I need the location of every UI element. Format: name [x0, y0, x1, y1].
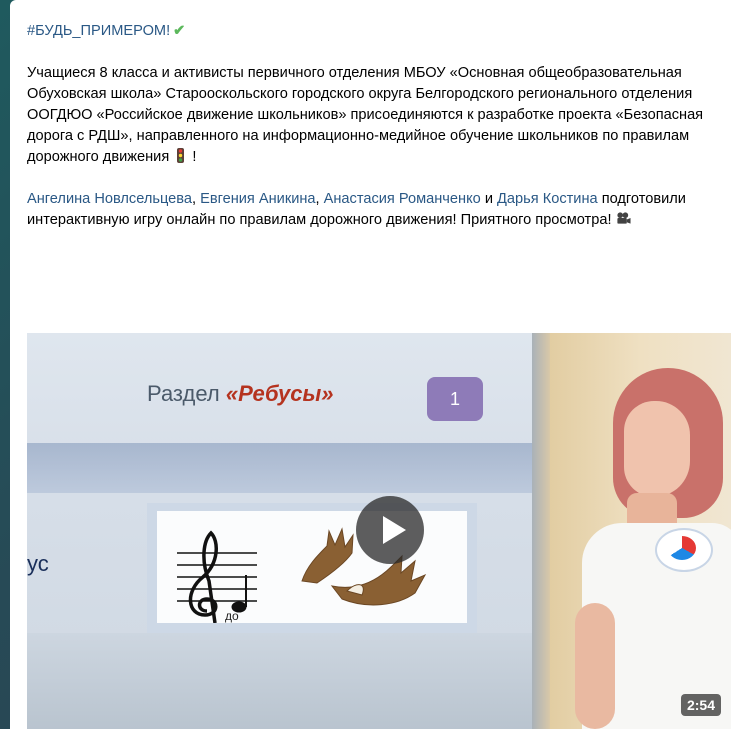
slide-title: Раздел «Ребусы»: [147, 381, 334, 407]
paragraph-1-text: Учащиеся 8 класса и активисты первичного…: [27, 65, 704, 165]
presenter-arm: [575, 603, 615, 729]
rebus-note-label: до: [225, 609, 239, 623]
play-icon: [383, 516, 406, 544]
badge-pin: [655, 528, 713, 572]
hashtag-line: #БУДЬ_ПРИМЕРОМ! ✔: [27, 21, 727, 42]
slide-side-text: ус: [27, 551, 49, 576]
hashtag-link[interactable]: #БУДЬ_ПРИМЕРОМ!: [27, 23, 170, 39]
video-camera-icon: [616, 212, 631, 224]
post-text: #БУДЬ_ПРИМЕРОМ! ✔ Учащиеся 8 класса и акт…: [27, 21, 727, 231]
separator: ,: [191, 191, 201, 207]
post-paragraph-2: Ангелина Новлсельцева, Евгения Аникина, …: [27, 189, 727, 231]
video-duration: 2:54: [680, 694, 721, 716]
mention-link[interactable]: Дарья Костина: [497, 191, 598, 207]
slide-number: 1: [449, 388, 460, 409]
separator: и: [480, 191, 498, 207]
rebus-frame: до: [147, 503, 477, 633]
traffic-light-icon: [177, 148, 185, 163]
treble-clef-icon: [177, 530, 257, 624]
video-player[interactable]: Раздел «Ребусы» 1 ус до 2:54: [27, 333, 731, 729]
mention-link[interactable]: Евгения Аникина: [200, 191, 315, 207]
app-background: #БУДЬ_ПРИМЕРОМ! ✔ Учащиеся 8 класса и акт…: [0, 0, 747, 729]
post-card: #БУДЬ_ПРИМЕРОМ! ✔ Учащиеся 8 класса и акт…: [10, 0, 747, 729]
slide-number-badge: 1: [427, 377, 483, 421]
play-button[interactable]: [356, 496, 424, 564]
post-paragraph-1: Учащиеся 8 класса и активисты первичного…: [27, 63, 727, 168]
heavy-check-mark-icon: ✔: [173, 23, 186, 39]
screen-bottom: [27, 633, 532, 729]
rdsh-logo-icon: [668, 536, 696, 560]
mention-link[interactable]: Ангелина Новлсельцева: [27, 191, 192, 207]
presenter-face: [624, 401, 690, 497]
mention-link[interactable]: Анастасия Романченко: [324, 191, 481, 207]
projector-screen: Раздел «Ребусы» 1 ус до: [27, 333, 532, 729]
slide-band: [27, 443, 532, 493]
screen-frame: [532, 333, 550, 729]
slide-title-highlight: «Ребусы»: [225, 381, 334, 406]
slide-title-prefix: Раздел: [147, 381, 226, 406]
separator: ,: [315, 191, 324, 207]
paragraph-1-end: !: [188, 149, 197, 165]
